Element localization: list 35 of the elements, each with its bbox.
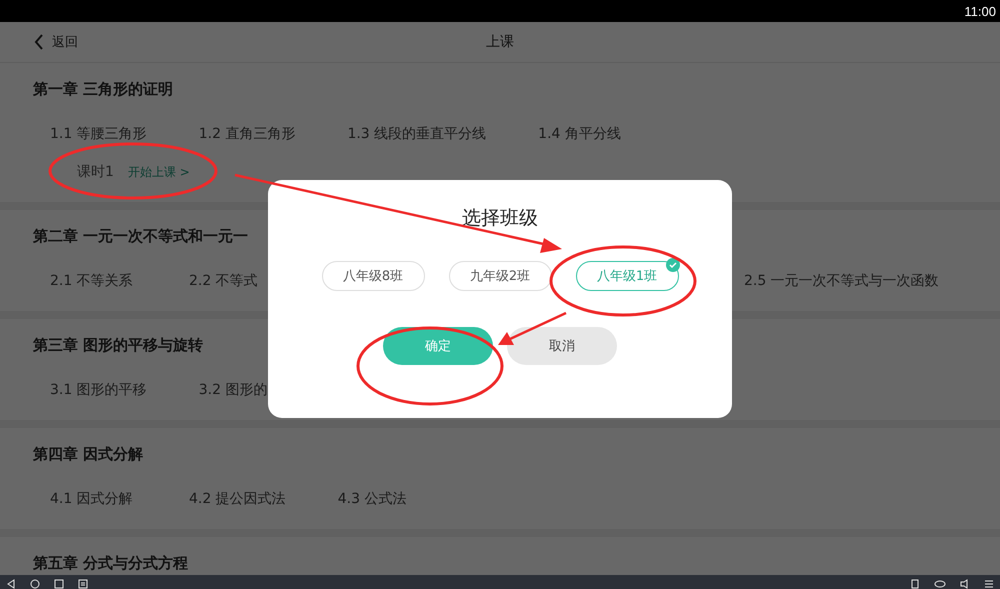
section-item[interactable]: 1.3 线段的垂直平分线 bbox=[347, 122, 538, 146]
section-item[interactable]: 1.1 等腰三角形 bbox=[50, 122, 199, 146]
section-item[interactable]: 4.3 公式法 bbox=[338, 487, 477, 511]
section-item[interactable]: 1.4 角平分线 bbox=[538, 122, 678, 146]
check-icon bbox=[666, 258, 680, 272]
chevron-left-icon bbox=[34, 34, 44, 50]
clock-time: 11:00 bbox=[964, 4, 996, 18]
section-item[interactable]: 3.1 图形的平移 bbox=[50, 378, 199, 402]
keyboard-icon[interactable] bbox=[78, 579, 88, 589]
chapter-title: 第四章 因式分解 bbox=[33, 444, 144, 465]
section-item[interactable]: 4.2 提公因式法 bbox=[189, 487, 338, 511]
home-circle-icon[interactable] bbox=[30, 579, 40, 589]
chapter-title: 第二章 一元一次不等式和一元一 bbox=[33, 226, 248, 247]
lesson-label: 课时1 bbox=[77, 163, 114, 182]
class-option[interactable]: 八年级1班 bbox=[576, 261, 678, 291]
menu-icon[interactable] bbox=[984, 579, 994, 589]
chapter-title: 第五章 分式与分式方程 bbox=[33, 553, 188, 574]
back-triangle-icon[interactable] bbox=[6, 579, 16, 589]
start-class-link[interactable]: 开始上课 > bbox=[128, 160, 190, 184]
dialog-title: 选择班级 bbox=[462, 206, 538, 231]
section-item[interactable]: 2.5 一元一次不等式与一次函数 bbox=[744, 269, 967, 293]
chapter-title: 第三章 图形的平移与旋转 bbox=[33, 335, 204, 356]
class-option[interactable]: 八年级8班 bbox=[322, 261, 424, 291]
class-option[interactable]: 九年级2班 bbox=[448, 261, 552, 291]
page-title: 上课 bbox=[486, 33, 514, 51]
cancel-button[interactable]: 取消 bbox=[507, 327, 617, 365]
chapter-title: 第一章 三角形的证明 bbox=[33, 79, 174, 100]
back-button[interactable]: 返回 bbox=[34, 33, 78, 51]
screen-icon[interactable] bbox=[910, 579, 920, 589]
confirm-button[interactable]: 确定 bbox=[383, 327, 493, 365]
section-item[interactable]: 4.1 因式分解 bbox=[50, 487, 189, 511]
section-item[interactable]: 1.2 直角三角形 bbox=[198, 122, 348, 146]
recents-square-icon[interactable] bbox=[54, 579, 64, 589]
speaker-icon[interactable] bbox=[960, 579, 970, 589]
section-item[interactable]: 2.1 不等关系 bbox=[50, 269, 189, 293]
